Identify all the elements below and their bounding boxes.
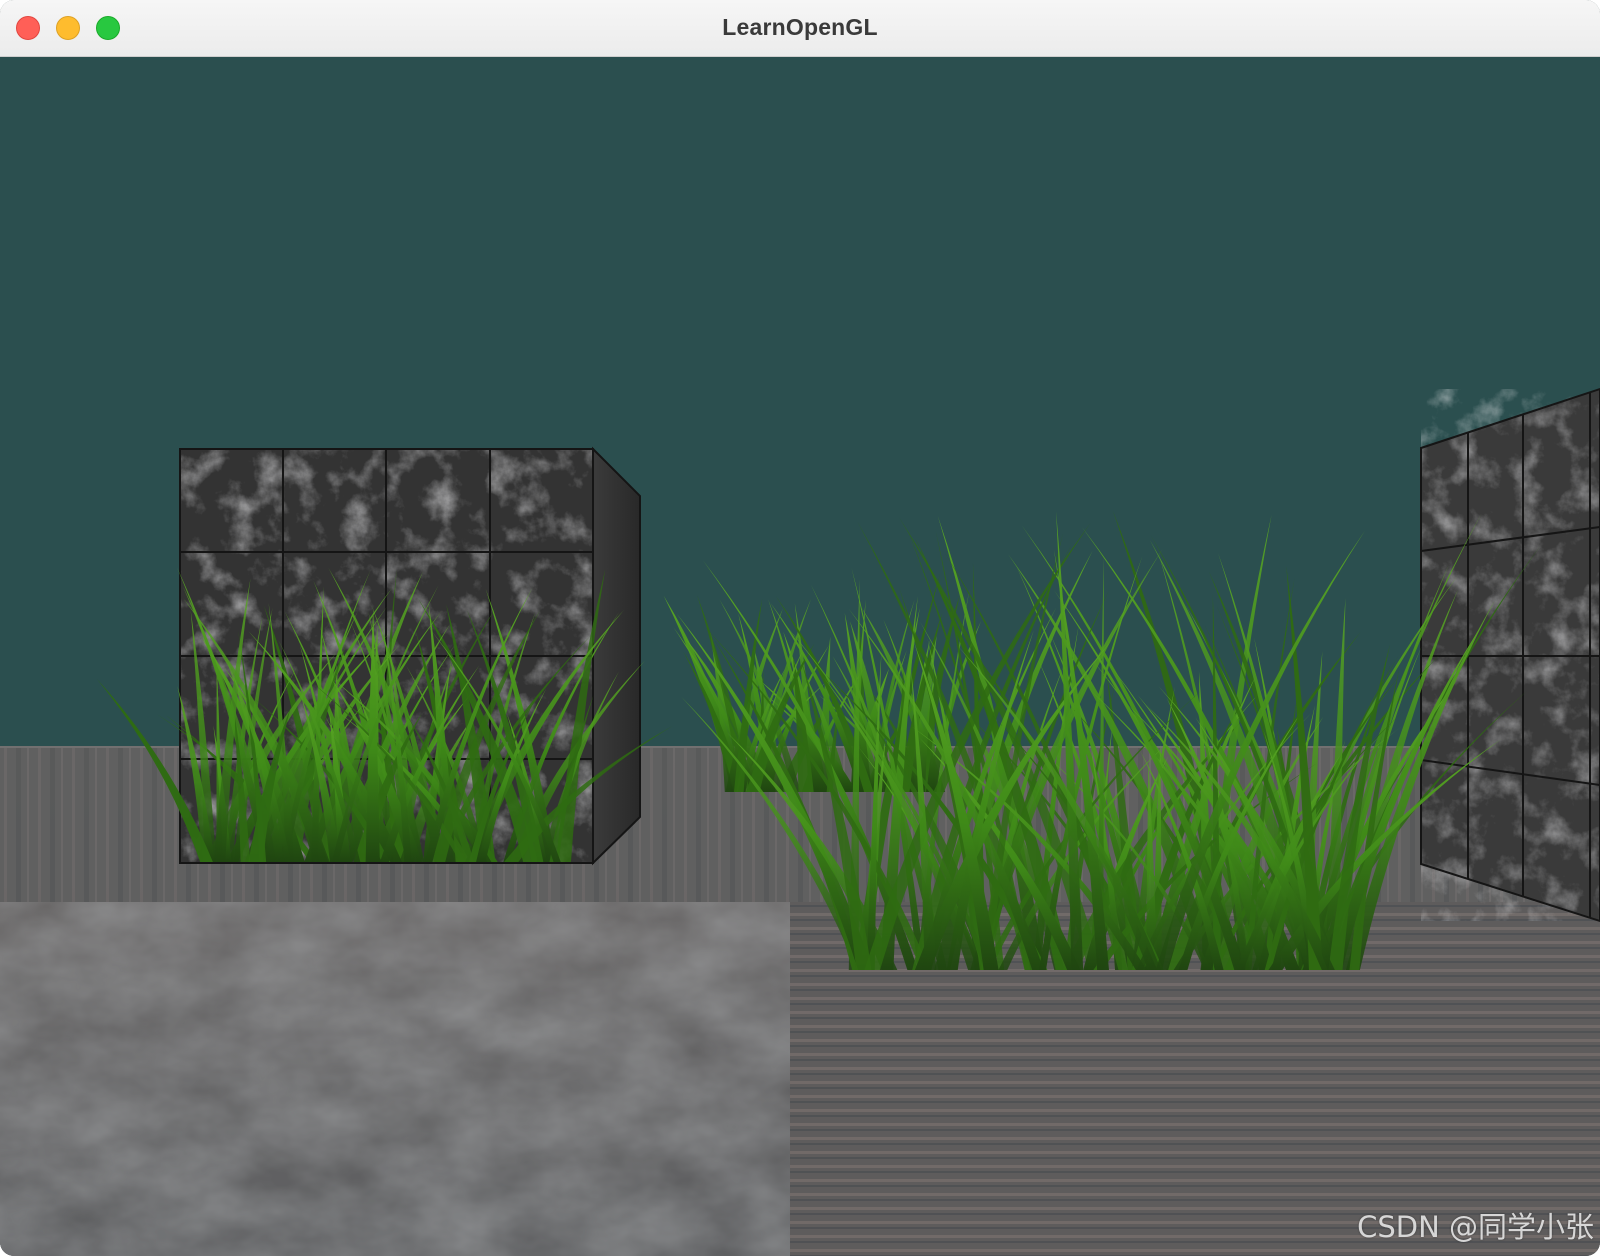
title-bar[interactable]: LearnOpenGL	[0, 0, 1600, 57]
app-window: LearnOpenGL CSDN @同学小张	[0, 0, 1600, 1256]
marble-cube-right	[1420, 387, 1600, 923]
watermark-text: CSDN @同学小张	[1357, 1210, 1594, 1244]
scene-canvas	[0, 57, 1600, 1256]
opengl-viewport[interactable]: CSDN @同学小张	[0, 57, 1600, 1256]
window-title: LearnOpenGL	[722, 14, 878, 40]
